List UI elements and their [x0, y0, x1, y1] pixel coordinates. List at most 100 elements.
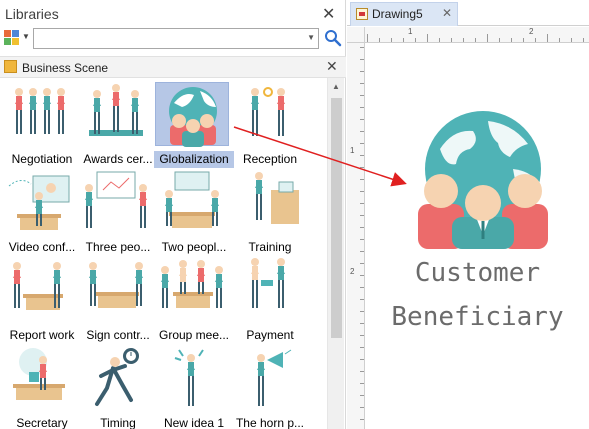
ruler-tick — [360, 359, 364, 360]
ruler-tick — [360, 311, 364, 312]
shape-item[interactable]: Awards cer... — [78, 80, 154, 168]
ruler-tick — [360, 347, 364, 348]
group-meeting-icon — [155, 258, 229, 322]
ruler-tick — [559, 38, 560, 42]
ruler-tick — [523, 38, 524, 42]
shape-item[interactable]: Globalization — [154, 80, 234, 168]
sign-contract-icon — [79, 258, 153, 322]
ruler-tick — [571, 38, 572, 42]
ruler-tick — [360, 71, 364, 72]
library-search-input[interactable]: ▼ — [33, 28, 319, 49]
shape-item[interactable]: Timing — [78, 344, 154, 429]
shape-label: Video conf... — [8, 240, 76, 254]
horn-icon — [231, 346, 305, 410]
shape-label: Negotiation — [11, 152, 73, 166]
ruler-tick — [360, 59, 364, 60]
category-header[interactable]: Business Scene ✕ — [0, 56, 346, 78]
shape-label: Sign contr... — [86, 328, 150, 342]
shape-item[interactable]: Group mee... — [154, 256, 230, 344]
tab-drawing5[interactable]: Drawing5 ✕ — [350, 2, 458, 26]
payment-icon — [231, 258, 305, 322]
category-label: Business Scene — [22, 61, 109, 75]
shape-label: Report work — [9, 328, 75, 342]
shape-label: New idea 1 — [163, 416, 225, 429]
close-icon[interactable]: ✕ — [442, 6, 452, 20]
shape-item[interactable]: New idea 1 — [154, 344, 230, 429]
ruler-label: 2 — [350, 267, 355, 276]
ruler-tick — [360, 227, 364, 228]
reception-icon — [231, 82, 305, 146]
shape-item[interactable]: Video conf... — [2, 168, 78, 256]
two-people-icon — [155, 170, 229, 234]
ruler-tick — [535, 38, 536, 42]
shape-item[interactable]: Three peo... — [78, 168, 154, 256]
close-icon[interactable]: ✕ — [326, 58, 338, 75]
shape-label: Group mee... — [158, 328, 230, 342]
ruler-tick — [360, 119, 364, 120]
tab-label: Drawing5 — [372, 7, 423, 21]
ruler-tick — [360, 407, 364, 408]
chevron-down-icon[interactable]: ▼ — [307, 33, 315, 42]
shape-item[interactable]: The horn p... — [230, 344, 306, 429]
libraries-panel: Libraries ✕ ▼ ▼ Business Scene ✕ Negotia… — [0, 0, 346, 429]
ruler-tick — [415, 38, 416, 42]
ruler-tick — [360, 263, 364, 264]
ruler-tick — [367, 34, 368, 42]
ruler-tick — [360, 419, 364, 420]
shape-label: Training — [248, 240, 292, 254]
shape-item[interactable]: Secretary — [2, 344, 78, 429]
libraries-toolbar: ▼ ▼ — [4, 28, 344, 50]
ruler-tick — [463, 38, 464, 42]
ruler-tick — [475, 38, 476, 42]
ruler-tick — [379, 38, 380, 42]
shape-item[interactable]: Reception — [230, 80, 306, 168]
shape-item[interactable]: Payment — [230, 256, 306, 344]
shape-item[interactable]: Sign contr... — [78, 256, 154, 344]
document-icon — [356, 8, 368, 20]
ruler-tick — [360, 47, 364, 48]
ruler-label: 1 — [408, 27, 413, 36]
ruler-tick — [360, 95, 364, 96]
ruler-tick — [547, 34, 548, 42]
ruler-tick — [487, 34, 488, 42]
drawing-canvas[interactable]: Customer Beneficiary — [366, 44, 589, 429]
shape-label: Three peo... — [85, 240, 151, 254]
ruler-tick — [360, 155, 364, 156]
drawing-area: Drawing5 ✕ 1 2 1 2 Customer Beneficiary — [347, 0, 589, 429]
search-icon[interactable] — [324, 29, 342, 47]
shape-gallery: Negotiation Awards cer...Globalization — [0, 78, 326, 429]
ruler-tick — [360, 299, 364, 300]
close-icon[interactable]: ✕ — [322, 4, 335, 24]
ruler-tick — [360, 275, 364, 276]
chevron-down-icon[interactable]: ▼ — [22, 32, 30, 41]
negotiation-icon — [3, 82, 77, 146]
shape-text-line1: Customer — [414, 258, 541, 288]
shape-item[interactable]: Training — [230, 168, 306, 256]
ruler-tick — [360, 83, 364, 84]
scrollbar-thumb[interactable] — [331, 98, 342, 338]
shape-label: Awards cer... — [83, 152, 153, 166]
shape-item[interactable]: Negotiation — [2, 80, 78, 168]
ruler-tick — [499, 38, 500, 42]
shape-label: Secretary — [16, 416, 68, 429]
ruler-tick — [360, 215, 364, 216]
library-grid-icon[interactable] — [4, 30, 20, 46]
scroll-up-icon[interactable]: ▲ — [332, 82, 340, 91]
ruler-tick — [360, 107, 364, 108]
training-icon — [231, 170, 305, 234]
ruler-tick — [360, 395, 364, 396]
shape-item[interactable]: Two peopl... — [154, 168, 230, 256]
ruler-tick — [360, 335, 364, 336]
vertical-scrollbar[interactable]: ▲ — [327, 78, 344, 429]
horizontal-ruler: 1 2 — [365, 27, 589, 43]
globalization-shape[interactable] — [418, 109, 548, 249]
document-tabbar: Drawing5 ✕ — [347, 0, 589, 26]
new-idea-icon — [155, 346, 229, 410]
shape-item[interactable]: Report work — [2, 256, 78, 344]
ruler-tick — [360, 203, 364, 204]
ruler-tick — [360, 239, 364, 240]
ruler-tick — [360, 287, 364, 288]
shape-label: Reception — [242, 152, 298, 166]
ruler-label: 2 — [529, 27, 534, 36]
timing-icon — [79, 346, 153, 410]
